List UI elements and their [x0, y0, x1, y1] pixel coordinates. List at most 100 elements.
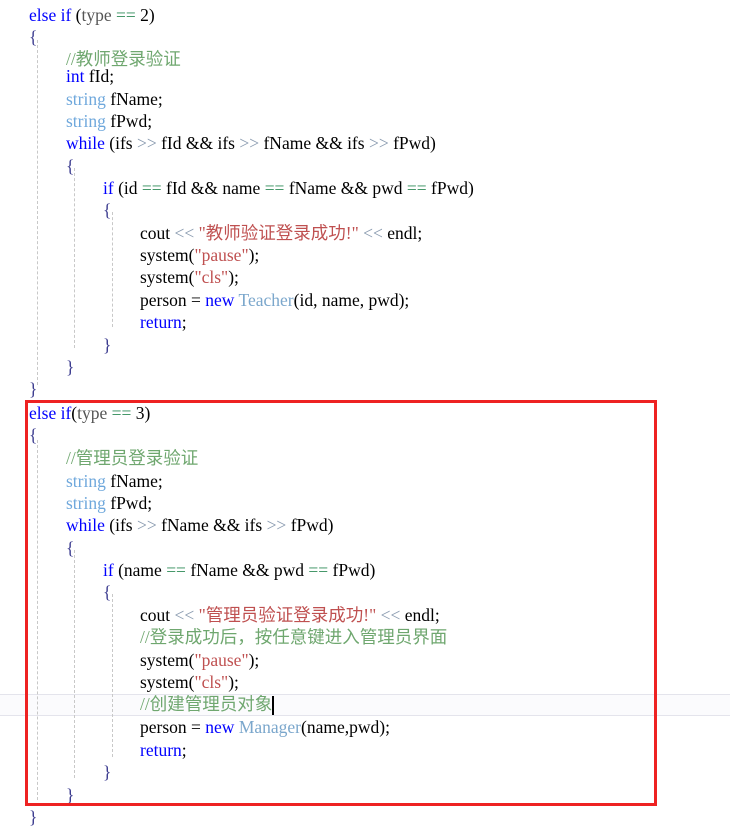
code-line[interactable]: //创建管理员对象	[0, 693, 730, 715]
code-line[interactable]: string fName;	[0, 470, 730, 492]
code-line[interactable]: while (ifs >> fId && ifs >> fName && ifs…	[0, 132, 730, 154]
code-line[interactable]: }	[0, 806, 730, 828]
code-token-op: >>	[136, 515, 157, 535]
code-line[interactable]: system("pause");	[0, 244, 730, 266]
code-token-plain: );	[248, 245, 260, 265]
code-token-plain: fName && ifs	[259, 133, 369, 153]
code-token-str: "pause"	[194, 245, 249, 265]
code-token-punct: {	[29, 425, 38, 445]
code-token-plain: ;	[181, 740, 187, 760]
code-token-plain: person =	[140, 717, 206, 737]
code-token-cmt: //创建管理员对象	[140, 694, 273, 714]
code-token-op: <<	[363, 223, 383, 243]
code-line[interactable]: {	[0, 26, 730, 48]
code-line[interactable]: person = new Teacher(id, name, pwd);	[0, 289, 730, 311]
code-line[interactable]: {	[0, 155, 730, 177]
code-line[interactable]: return;	[0, 311, 730, 333]
code-line[interactable]: else if(type == 3)	[0, 402, 730, 424]
code-token-plain: fName && pwd	[185, 560, 309, 580]
code-line[interactable]: return;	[0, 739, 730, 761]
code-line-content: person = new Manager(name,pwd);	[0, 717, 390, 737]
code-token-plain: fPwd;	[105, 111, 153, 131]
code-line-content: }	[0, 379, 37, 399]
code-line[interactable]: if (id == fId && name == fName && pwd ==…	[0, 177, 730, 199]
code-line[interactable]: string fPwd;	[0, 110, 730, 132]
code-line-content: {	[0, 538, 74, 558]
code-token-op: >>	[136, 133, 157, 153]
code-token-opeq: ==	[308, 560, 329, 580]
code-token-ident: type	[81, 5, 112, 25]
code-token-opeq: ==	[116, 5, 136, 25]
code-line[interactable]: {	[0, 199, 730, 221]
code-token-kw: while	[66, 133, 105, 153]
code-token-plain: person =	[140, 290, 206, 310]
code-token-plain: system(	[140, 650, 195, 670]
code-token-plain: fId;	[84, 66, 115, 86]
code-token-plain: fId && name	[161, 178, 265, 198]
code-token-type: string	[66, 111, 106, 131]
code-line-content: return;	[0, 740, 187, 760]
code-line[interactable]: //登录成功后，按任意键进入管理员界面	[0, 626, 730, 648]
code-token-str: "管理员验证登录成功!"	[198, 605, 377, 625]
text-caret	[272, 696, 274, 715]
code-line[interactable]: system("cls");	[0, 671, 730, 693]
code-line[interactable]: }	[0, 761, 730, 783]
code-token-plain: (name	[113, 560, 167, 580]
code-line[interactable]: //管理员登录验证	[0, 447, 730, 469]
code-line[interactable]: system("pause");	[0, 649, 730, 671]
code-line-content: }	[0, 335, 111, 355]
code-token-type: string	[66, 89, 106, 109]
code-line-content: }	[0, 762, 111, 782]
code-token-plain: ;	[181, 312, 187, 332]
code-line[interactable]: else if (type == 2)	[0, 4, 730, 26]
code-line-content: int fId;	[0, 66, 114, 86]
code-token-plain: system(	[140, 267, 195, 287]
code-token-op: <<	[174, 223, 195, 243]
code-line[interactable]: {	[0, 424, 730, 446]
code-line[interactable]: string fPwd;	[0, 492, 730, 514]
code-token-opeq: ==	[166, 560, 186, 580]
code-token-kw: int	[66, 66, 85, 86]
code-token-plain: endl;	[382, 223, 423, 243]
code-line-content: {	[0, 27, 37, 47]
code-token-plain: (name,pwd);	[301, 717, 390, 737]
code-line[interactable]: if (name == fName && pwd == fPwd)	[0, 559, 730, 581]
code-editor[interactable]: else if (type == 2){//教师登录验证 int fId; stri…	[0, 0, 730, 827]
code-line[interactable]: while (ifs >> fName && ifs >> fPwd)	[0, 514, 730, 536]
code-line[interactable]: }	[0, 356, 730, 378]
code-token-plain: (id	[113, 178, 142, 198]
code-line-content: string fPwd;	[0, 111, 152, 131]
code-token-plain: (	[71, 5, 82, 25]
code-line[interactable]: {	[0, 537, 730, 559]
code-line[interactable]: }	[0, 784, 730, 806]
code-token-plain: fId && ifs	[156, 133, 240, 153]
code-token-plain: fName && pwd	[284, 178, 407, 198]
code-token-str: "cls"	[194, 672, 229, 692]
code-token-opeq: ==	[406, 178, 427, 198]
code-token-op: <<	[380, 605, 401, 625]
code-token-type: string	[66, 471, 106, 491]
code-text-area[interactable]: else if (type == 2){//教师登录验证 int fId; stri…	[0, 0, 730, 827]
code-line[interactable]: cout << "管理员验证登录成功!" << endl;	[0, 604, 730, 626]
code-line[interactable]: string fName;	[0, 88, 730, 110]
code-token-cls: Teacher	[238, 290, 294, 310]
code-token-str: "cls"	[194, 267, 229, 287]
code-line[interactable]: system("cls");	[0, 266, 730, 288]
code-token-opeq: ==	[111, 403, 132, 423]
code-token-ident: type	[77, 403, 108, 423]
code-token-plain: fName;	[105, 89, 163, 109]
code-token-punct: }	[29, 379, 38, 399]
code-line[interactable]: {	[0, 581, 730, 603]
code-token-kw: if	[103, 560, 114, 580]
code-line[interactable]: }	[0, 378, 730, 400]
code-line-content: string fName;	[0, 471, 163, 491]
code-token-kw: if	[60, 403, 72, 423]
code-line-content: if (id == fId && name == fName && pwd ==…	[0, 178, 474, 198]
code-token-plain: fName && ifs	[156, 515, 267, 535]
code-line[interactable]: }	[0, 334, 730, 356]
code-token-plain: (ifs	[104, 133, 137, 153]
code-line[interactable]: cout << "教师验证登录成功!" << endl;	[0, 222, 730, 244]
code-line[interactable]: int fId;	[0, 65, 730, 87]
code-token-punct: }	[66, 357, 75, 377]
code-line[interactable]: person = new Manager(name,pwd);	[0, 716, 730, 738]
